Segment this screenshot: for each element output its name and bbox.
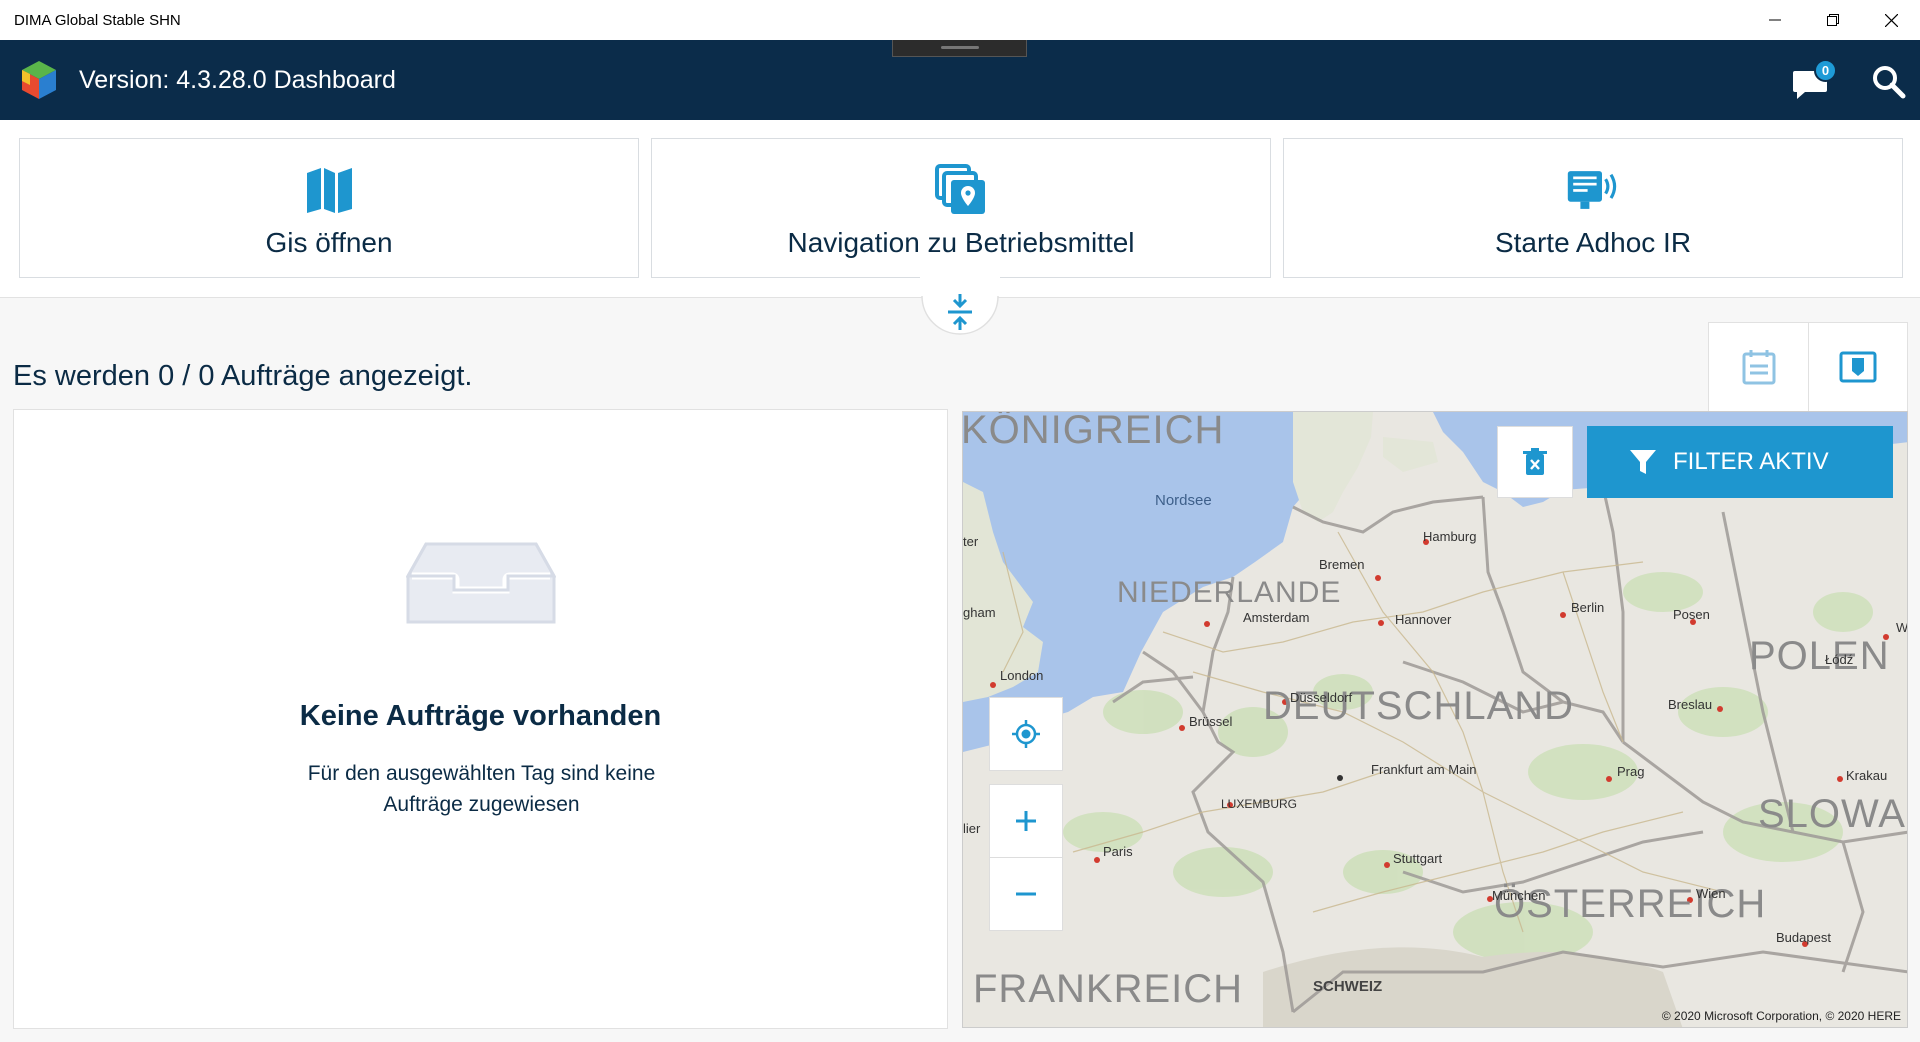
map-label-city: Paris [1103,844,1133,859]
collapse-actions-button[interactable] [920,272,1000,337]
map-label-fragment: W [1896,620,1908,635]
filter-active-label: FILTER AKTIV [1673,448,1829,475]
empty-inbox-icon [406,542,556,624]
map-label-city: Wien [1696,886,1726,901]
map-label-country: KÖNIGREICH [962,411,1225,452]
minimize-icon [1769,19,1781,21]
restore-button[interactable] [1804,0,1862,40]
map-copyright: © 2020 Microsoft Corporation, © 2020 HER… [1661,1009,1901,1023]
close-button[interactable] [1862,0,1920,40]
adhoc-ir-device-icon [1566,163,1620,217]
view-switcher [1708,322,1908,412]
map-label-city: Brüssel [1189,714,1233,729]
filter-icon [1629,448,1657,476]
map-label-city: Düsseldorf [1290,690,1353,705]
map-label-fragment: gham [963,605,996,620]
map-label-country: NIEDERLANDE [1117,576,1342,609]
start-adhoc-ir-button[interactable]: Starte Adhoc IR [1283,138,1903,278]
calendar-view-tab[interactable] [1709,323,1808,411]
map-label-city: Hamburg [1423,529,1477,544]
map-label-city: London [1000,668,1044,683]
navigate-asset-label: Navigation zu Betriebsmittel [787,227,1135,258]
map-label-city: Prag [1617,764,1645,779]
map-label-city: Krakau [1846,768,1888,783]
map-view-tab[interactable] [1808,323,1907,411]
orders-map[interactable]: KÖNIGREICH Nordsee NIEDERLANDE DEUTSCHLA… [962,411,1908,1028]
restore-icon [1827,14,1839,26]
calendar-icon [1742,350,1775,385]
map-label-fragment: lier [963,821,981,836]
filter-active-button[interactable]: FILTER AKTIV [1587,426,1893,498]
page-title: Version: 4.3.28.0 Dashboard [79,66,396,94]
locate-me-button[interactable] [989,697,1063,771]
message-count-badge: 0 [1814,59,1837,82]
drag-handle[interactable] [892,40,1027,57]
map-label-country: POLEN [1749,634,1890,678]
app-logo-icon [22,61,56,99]
trash-icon [1523,448,1547,475]
zoom-out-button[interactable] [989,857,1063,931]
open-gis-label: Gis öffnen [265,227,393,258]
map-label-city: Budapest [1776,930,1831,945]
search-icon[interactable] [1870,63,1908,101]
map-label-city: Łódź [1825,652,1854,667]
orders-list-panel: Keine Aufträge vorhanden Für den ausgewä… [13,409,948,1029]
start-adhoc-ir-label: Starte Adhoc IR [1494,227,1692,258]
map-view-icon [1839,351,1877,383]
minus-icon [1016,892,1036,896]
empty-state-title: Keine Aufträge vorhanden [299,700,662,732]
orders-summary: Es werden 0 / 0 Aufträge angezeigt. [13,360,473,392]
navigate-asset-button[interactable]: Navigation zu Betriebsmittel [651,138,1271,278]
locate-icon [1012,720,1040,748]
zoom-in-button[interactable] [989,784,1063,858]
map-label-sea: Nordsee [1155,492,1212,509]
map-label-city: Hannover [1395,612,1452,627]
window-controls [1746,0,1920,40]
map-icon [302,163,356,217]
map-label-city: LUXEMBURG [1221,797,1298,811]
map-label-country: SCHWEIZ [1313,978,1383,995]
open-gis-button[interactable]: Gis öffnen [19,138,639,278]
map-label-fragment: ter [963,534,979,549]
map-label-city: Frankfurt am Main [1371,762,1477,777]
empty-state-message: Für den ausgewählten Tag sind keine Auft… [307,762,656,816]
map-label-city: Posen [1673,607,1710,622]
map-label-city: Berlin [1571,600,1605,615]
close-icon [1884,13,1898,27]
plus-icon [1016,811,1036,831]
map-label-city: Amsterdam [1243,610,1310,625]
navigate-asset-icon [934,163,988,217]
window-titlebar: DIMA Global Stable SHN [0,0,1920,40]
window-title: DIMA Global Stable SHN [14,11,181,29]
minimize-button[interactable] [1746,0,1804,40]
map-label-country: SLOWAK [1758,792,1907,836]
clear-filter-button[interactable] [1497,426,1573,498]
map-label-city: Breslau [1668,697,1713,712]
map-label-country: FRANKREICH [973,967,1244,1011]
map-label-city: München [1492,888,1546,903]
map-label-city: Bremen [1319,557,1365,572]
map-label-city: Stuttgart [1393,851,1443,866]
